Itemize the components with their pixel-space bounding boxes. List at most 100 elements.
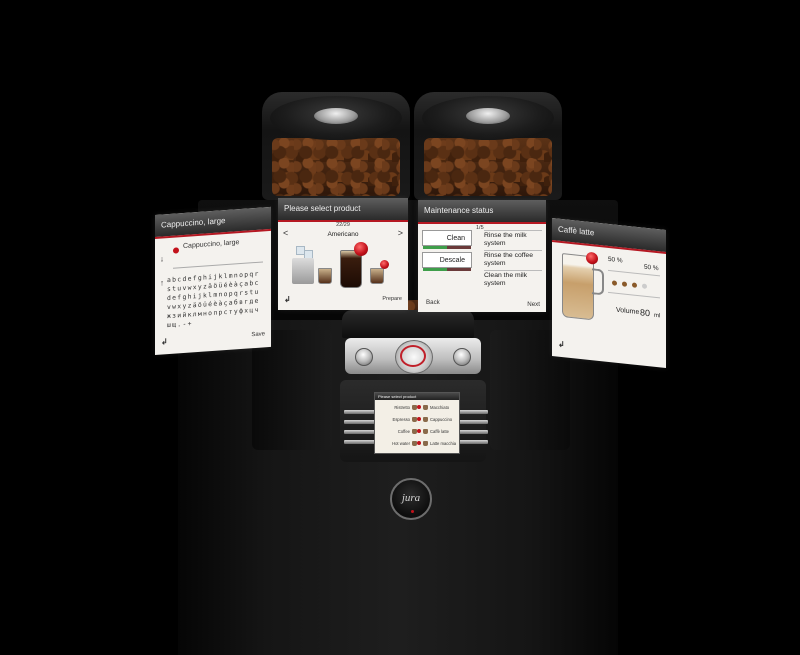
volume-value[interactable]: 80 [640, 307, 650, 318]
screen-title: Cappuccino, large [155, 206, 271, 239]
cup-icon [423, 440, 428, 446]
glass-handle [592, 268, 604, 296]
prepare-button[interactable]: Prepare [382, 296, 402, 302]
clean-label: Clean [446, 235, 465, 242]
display-title: Please select product [375, 393, 459, 400]
milk-percent: 50 % [608, 255, 623, 265]
machine-side-panel [252, 330, 332, 450]
product-item[interactable]: Macchiato [417, 402, 456, 412]
rotary-switch[interactable] [395, 340, 433, 374]
name-field[interactable]: Cappuccino, large [173, 237, 263, 269]
product-item[interactable]: Ristretto [378, 402, 417, 412]
back-icon[interactable]: ↲ [161, 337, 168, 346]
control-panel [345, 338, 481, 374]
coffee-beans [272, 138, 400, 196]
product-item[interactable]: Hot water [378, 438, 417, 448]
screen-product-select: Please select product 22/29 Americano < … [278, 198, 408, 310]
product-item[interactable]: Coffee [378, 426, 417, 436]
vent-slot [344, 440, 376, 444]
screen-title: Caffè latte [552, 218, 666, 254]
coffee-spout [342, 310, 474, 338]
product-item[interactable]: Cappuccino [417, 414, 456, 424]
selection-indicator-icon [354, 242, 368, 256]
vent-slot [344, 420, 376, 424]
hopper-lid [422, 96, 554, 140]
task-rinse-milk[interactable]: Rinse the milk system [484, 230, 542, 247]
coffee-percent: 50 % [644, 263, 659, 273]
task-rinse-coffee[interactable]: Rinse the coffee system [484, 250, 542, 267]
product-label: Latte macchiato [430, 440, 456, 446]
product-icon [173, 247, 179, 254]
bean-hopper-left [262, 92, 410, 200]
mini-machine-icon [292, 258, 314, 284]
coffee-beans [424, 138, 552, 196]
next-button[interactable]: Next [527, 301, 540, 308]
prev-arrow-icon[interactable]: < [283, 228, 288, 238]
back-icon[interactable]: ↲ [558, 340, 565, 350]
product-illustration [288, 242, 398, 290]
small-glass-icon [370, 268, 384, 284]
save-button[interactable]: Save [251, 331, 265, 338]
divider [608, 291, 660, 299]
clean-progress-bar [423, 246, 447, 249]
clean-button[interactable]: Clean [422, 230, 472, 249]
product-name: Americano [327, 231, 359, 238]
logo-dot [411, 510, 414, 513]
vent-slot [456, 410, 488, 414]
arrow-down-icon[interactable]: ↓ [160, 254, 164, 263]
product-label: Ristretto [394, 404, 410, 410]
back-icon[interactable]: ↲ [284, 295, 291, 304]
hopper-lid [270, 96, 402, 140]
descale-progress-bar [423, 268, 447, 271]
product-label: Caffè latte [430, 428, 450, 434]
next-arrow-icon[interactable]: > [398, 228, 403, 238]
product-item[interactable]: Espresso [378, 414, 417, 424]
product-label: Coffee [397, 428, 410, 434]
cup-icon [423, 416, 428, 422]
vent-slot [456, 420, 488, 424]
cup-icon [423, 428, 428, 434]
volume-label: Volume [616, 306, 640, 317]
back-button[interactable]: Back [426, 299, 440, 306]
small-glass-icon [318, 268, 332, 284]
page-counter: 1/5 [476, 225, 484, 231]
task-clean-milk[interactable]: Clean the milk system [484, 270, 542, 287]
bean-hopper-right [414, 92, 562, 200]
product-grid: Ristretto Macchiato Espresso Cappuccino Coff… [375, 400, 459, 450]
product-label: Espresso [392, 416, 410, 422]
indicator-icon [417, 405, 421, 409]
arrow-up-icon[interactable]: ↑ [160, 278, 164, 287]
button-right[interactable] [453, 348, 471, 366]
screen-name-edit: Cappuccino, large Cappuccino, large ↓ ↑ … [155, 206, 271, 355]
descale-label: Descale [439, 257, 465, 264]
button-left[interactable] [355, 348, 373, 366]
indicator-icon [417, 429, 421, 433]
page-counter: 22/29 [336, 222, 350, 228]
screen-title: Please select product [278, 198, 408, 222]
strength-bean-icon [622, 281, 627, 287]
vent-slot [456, 430, 488, 434]
lid-knob [314, 108, 358, 124]
strength-bean-icon [632, 282, 637, 288]
indicator-icon [417, 441, 421, 445]
product-item[interactable]: Latte macchiato [417, 438, 456, 448]
strength-bean-icon [612, 280, 617, 286]
screen-title: Maintenance status [418, 200, 546, 224]
descale-button[interactable]: Descale [422, 252, 472, 271]
selection-indicator-icon [586, 251, 598, 265]
vent-slot [344, 430, 376, 434]
product-label: Cappuccino [430, 416, 453, 422]
selection-indicator-icon [380, 260, 389, 269]
strength-bean-icon [642, 283, 647, 289]
volume-unit: ml [654, 312, 661, 320]
main-display: Please select product Ristretto Macchiato… [374, 392, 460, 454]
indicator-icon [417, 417, 421, 421]
vent-slot [344, 410, 376, 414]
product-scene: Please select product Ristretto Macchiato… [0, 0, 800, 655]
screen-caffe-latte: Caffè latte 50 % 50 % Volume 80 ml ↲ [552, 218, 666, 368]
logo-text: jura [401, 492, 421, 504]
character-table[interactable]: abcdefghijklmnopqrstuvwxyzäöüéèàçabcdefg… [167, 269, 263, 330]
product-label: Hot water [392, 440, 410, 446]
product-item[interactable]: Caffè latte [417, 426, 456, 436]
name-value: Cappuccino, large [183, 239, 240, 251]
